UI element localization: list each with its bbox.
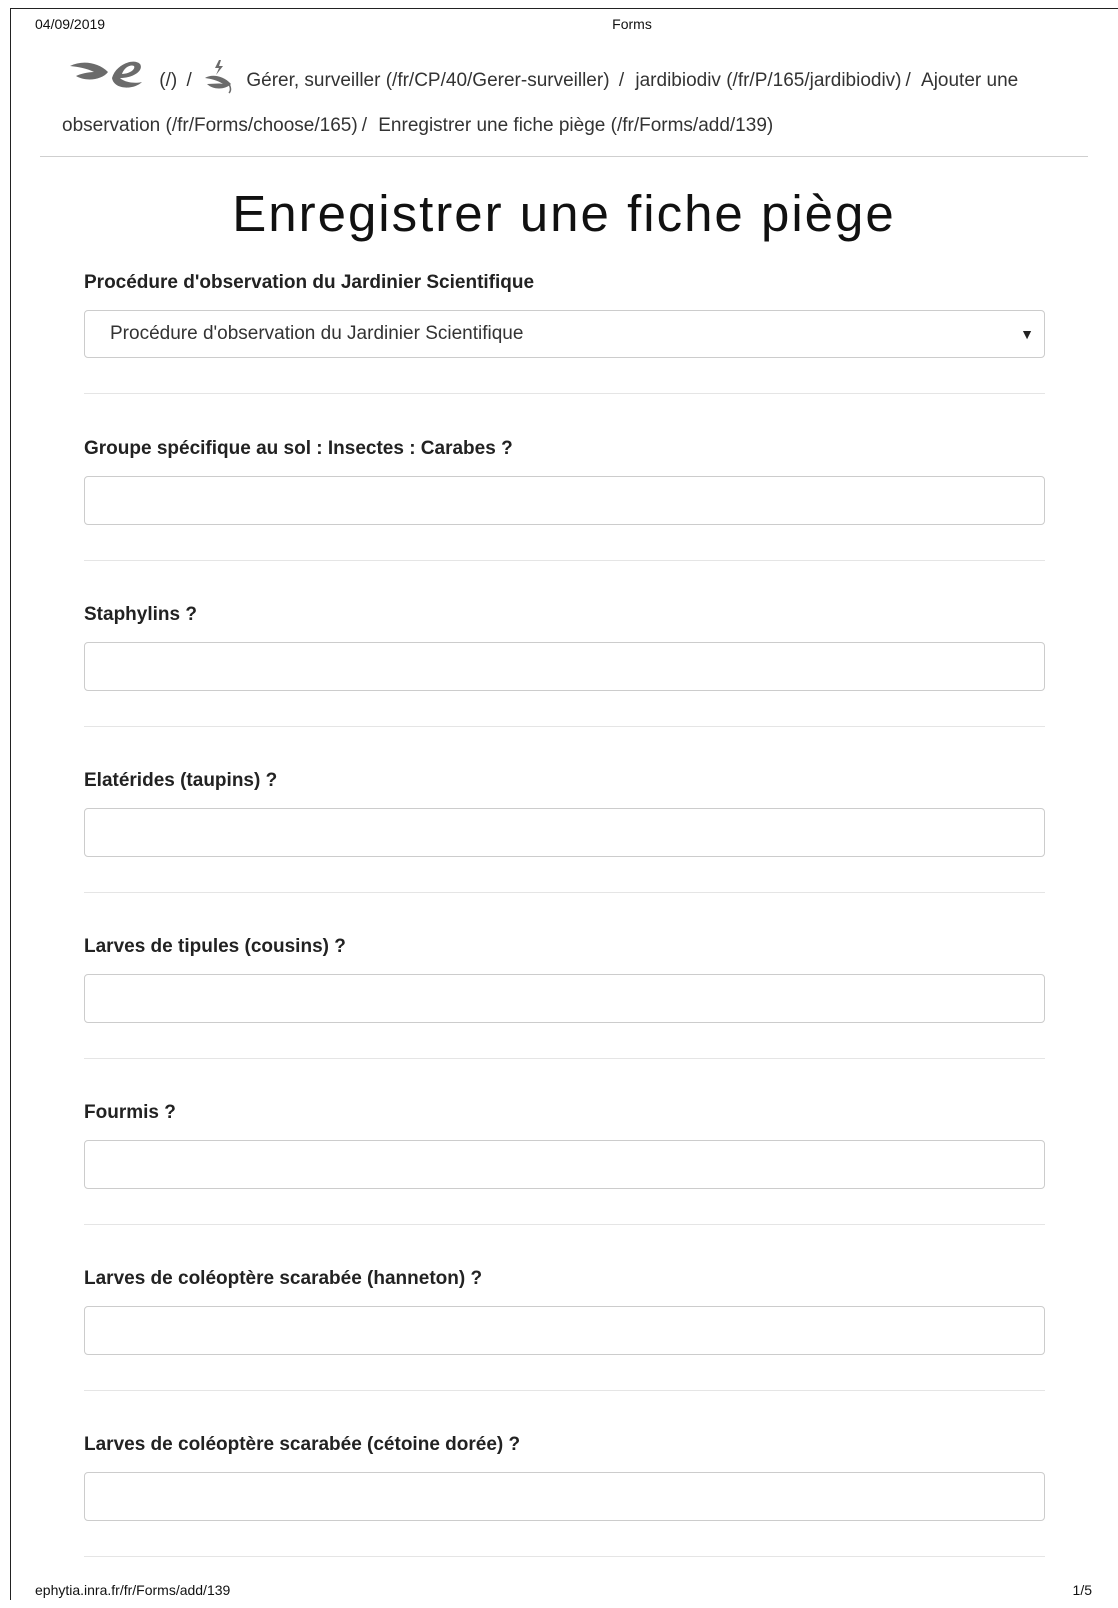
print-footer-url: ephytia.inra.fr/fr/Forms/add/139 xyxy=(35,1582,231,1598)
field-group-staphylins: Staphylins ? xyxy=(84,602,1045,768)
field-divider xyxy=(84,1556,1045,1557)
breadcrumb-home-label: (/) xyxy=(159,70,178,91)
breadcrumb-item-gerer-surveiller[interactable]: Gérer, surveiller (/fr/CP/40/Gerer-surve… xyxy=(203,60,615,94)
breadcrumb-separator: / xyxy=(905,70,911,91)
leaf-lightning-icon xyxy=(205,60,232,94)
field-group-fourmis: Fourmis ? xyxy=(84,1100,1045,1266)
field-group-cetoine: Larves de coléoptère scarabée (cétoine d… xyxy=(84,1432,1045,1598)
breadcrumb-item-current[interactable]: Enregistrer une fiche piège (/fr/Forms/a… xyxy=(378,115,773,136)
field-label: Fourmis ? xyxy=(84,1102,176,1123)
print-title: Forms xyxy=(612,16,652,32)
field-label: Larves de tipules (cousins) ? xyxy=(84,936,346,957)
elaterides-input[interactable] xyxy=(84,808,1045,857)
breadcrumb-item-label: Gérer, surveiller (/fr/CP/40/Gerer-surve… xyxy=(246,70,610,91)
field-divider xyxy=(84,726,1045,727)
page-title: Enregistrer une fiche piège xyxy=(232,185,896,242)
breadcrumb: (/) / Gérer, surveiller (/fr/CP/40/Gerer… xyxy=(62,56,1052,148)
breadcrumb-home[interactable]: (/) xyxy=(62,61,183,91)
staphylins-input[interactable] xyxy=(84,642,1045,691)
breadcrumb-item-jardibiodiv[interactable]: jardibiodiv (/fr/P/165/jardibiodiv) xyxy=(635,70,901,91)
field-group-carabes: Groupe spécifique au sol : Insectes : Ca… xyxy=(84,436,1045,602)
breadcrumb-separator: / xyxy=(186,70,192,91)
field-label: Groupe spécifique au sol : Insectes : Ca… xyxy=(84,438,513,459)
procedure-label: Procédure d'observation du Jardinier Sci… xyxy=(84,272,535,293)
carabes-input[interactable] xyxy=(84,476,1045,525)
chevron-down-icon: ▼ xyxy=(1020,326,1034,342)
field-divider xyxy=(84,393,1045,394)
cetoine-input[interactable] xyxy=(84,1472,1045,1521)
field-label: Larves de coléoptère scarabée (hanneton)… xyxy=(84,1268,483,1289)
hanneton-input[interactable] xyxy=(84,1306,1045,1355)
ephytia-logo-icon xyxy=(70,61,142,88)
field-label: Larves de coléoptère scarabée (cétoine d… xyxy=(84,1434,521,1455)
field-divider xyxy=(84,1058,1045,1059)
field-group-tipules: Larves de tipules (cousins) ? xyxy=(84,934,1045,1100)
tipules-input[interactable] xyxy=(84,974,1045,1023)
field-group-elaterides: Elatérides (taupins) ? xyxy=(84,768,1045,934)
field-divider xyxy=(84,892,1045,893)
field-label: Staphylins ? xyxy=(84,604,197,625)
procedure-select[interactable]: Procédure d'observation du Jardinier Sci… xyxy=(84,310,1045,358)
breadcrumb-separator: / xyxy=(618,70,625,91)
field-divider xyxy=(84,560,1045,561)
breadcrumb-separator: / xyxy=(361,115,367,136)
procedure-group: Procédure d'observation du Jardinier Sci… xyxy=(84,270,1045,394)
field-divider xyxy=(84,1390,1045,1391)
print-page-number: 1/5 xyxy=(1072,1582,1092,1598)
fourmis-input[interactable] xyxy=(84,1140,1045,1189)
header-divider xyxy=(40,156,1088,157)
field-label: Elatérides (taupins) ? xyxy=(84,770,278,791)
procedure-selected-value: Procédure d'observation du Jardinier Sci… xyxy=(110,323,524,344)
field-divider xyxy=(84,1224,1045,1225)
field-group-hanneton: Larves de coléoptère scarabée (hanneton)… xyxy=(84,1266,1045,1432)
trap-record-form: Procédure d'observation du Jardinier Sci… xyxy=(84,270,1045,1598)
